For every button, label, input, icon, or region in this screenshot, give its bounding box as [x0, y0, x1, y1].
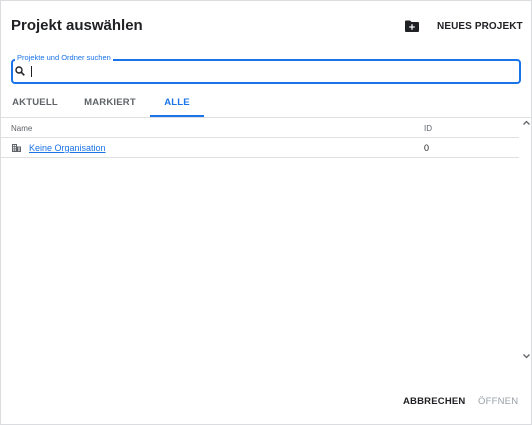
text-cursor	[31, 66, 32, 77]
column-header-name: Name	[11, 124, 33, 133]
row-id: 0	[424, 143, 430, 153]
table-row[interactable]: Keine Organisation 0	[1, 138, 519, 158]
scroll-up-icon[interactable]	[522, 119, 531, 127]
new-project-label: NEUES PROJEKT	[437, 20, 523, 32]
cancel-button[interactable]: ABBRECHEN	[403, 394, 466, 410]
column-header-id: ID	[424, 124, 432, 133]
scroll-down-icon[interactable]	[522, 352, 531, 360]
select-project-dialog: Projekt auswählen NEUES PROJEKT Projekte…	[0, 0, 532, 425]
new-project-button[interactable]: NEUES PROJEKT	[405, 16, 523, 36]
tab-aktuell[interactable]: AKTUELL	[9, 95, 61, 117]
search-field-label: Projekte und Ordner suchen	[15, 53, 113, 63]
tabs-divider	[1, 117, 532, 118]
tab-alle[interactable]: ALLE	[150, 95, 204, 117]
new-folder-icon	[405, 20, 419, 32]
tab-bar: AKTUELL MARKIERT ALLE	[1, 95, 532, 117]
dialog-title: Projekt auswählen	[11, 17, 143, 34]
table-header: Name ID	[1, 121, 519, 137]
open-button[interactable]: ÖFFNEN	[478, 394, 518, 410]
search-icon	[15, 66, 25, 76]
tab-markiert[interactable]: MARKIERT	[81, 95, 139, 117]
organization-link[interactable]: Keine Organisation	[29, 143, 106, 153]
organization-icon	[12, 144, 21, 152]
